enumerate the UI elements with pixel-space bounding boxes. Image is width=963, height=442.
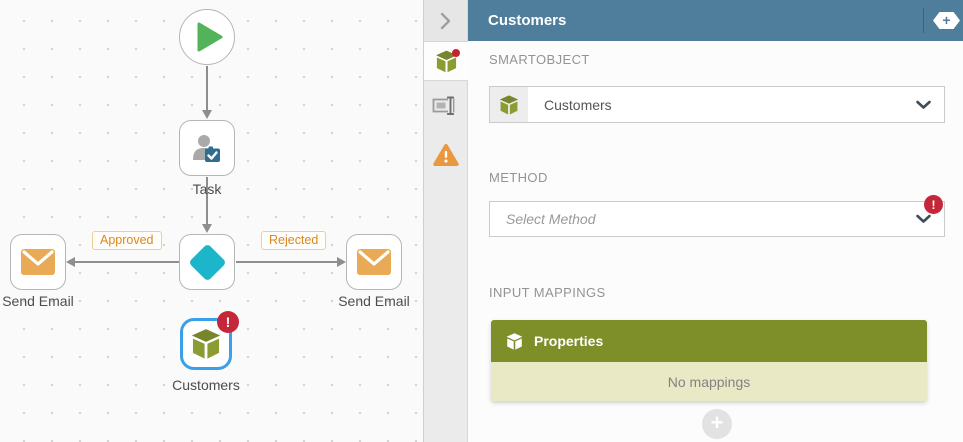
- edge-start-task: [206, 66, 208, 111]
- send-email-node-right[interactable]: [346, 234, 402, 290]
- workflow-designer: Approved Rejected Task: [0, 0, 963, 442]
- collapse-panel-button[interactable]: [424, 0, 467, 41]
- no-mappings-row: No mappings: [491, 362, 927, 401]
- smartobject-cube-white-icon: [505, 332, 524, 351]
- arrowhead-down-icon: [202, 224, 212, 233]
- tab-smartobject[interactable]: [424, 41, 468, 81]
- mappings-header-label: Properties: [534, 333, 603, 349]
- panel-title: Customers: [468, 12, 566, 29]
- add-item-button[interactable]: +: [933, 12, 960, 29]
- send-email-right-label: Send Email: [334, 293, 414, 309]
- user-task-icon: [189, 130, 225, 166]
- smartobject-selected-value: Customers: [528, 97, 612, 113]
- customers-node-selected[interactable]: !: [180, 318, 232, 370]
- header-divider: [923, 8, 924, 33]
- panel-main: Customers + SMARTOBJECT Customers: [468, 0, 963, 442]
- chevron-right-icon: [440, 12, 451, 30]
- play-icon: [197, 22, 223, 52]
- arrowhead-down-icon: [202, 110, 212, 119]
- smartobject-cube-icon: [498, 94, 520, 116]
- properties-panel: Customers + SMARTOBJECT Customers: [424, 0, 963, 442]
- method-placeholder: Select Method: [490, 211, 596, 227]
- notification-dot: [452, 49, 460, 57]
- panel-content: SMARTOBJECT Customers METHOD: [468, 41, 963, 442]
- tab-text-field[interactable]: [424, 86, 467, 126]
- edge-label-rejected[interactable]: Rejected: [261, 231, 326, 250]
- add-mapping-button[interactable]: +: [702, 409, 732, 439]
- arrowhead-right-icon: [337, 257, 346, 267]
- smartobject-dropdown[interactable]: Customers: [489, 86, 945, 123]
- email-icon: [356, 248, 392, 276]
- dropdown-icon-cell: [490, 87, 528, 122]
- send-email-node-left[interactable]: [10, 234, 66, 290]
- email-icon: [20, 248, 56, 276]
- warning-triangle-icon: [433, 143, 459, 167]
- error-badge: !: [924, 195, 943, 214]
- text-field-icon: [432, 95, 459, 117]
- workflow-canvas[interactable]: Approved Rejected Task: [0, 0, 424, 442]
- input-mappings-section-label: INPUT MAPPINGS: [489, 285, 945, 300]
- edge-decision-rejected: [236, 261, 338, 263]
- start-node[interactable]: [179, 9, 235, 65]
- chevron-down-icon: [916, 215, 931, 224]
- error-badge: !: [217, 311, 239, 333]
- mappings-table-header: Properties: [491, 320, 927, 362]
- panel-header: Customers +: [468, 0, 963, 41]
- send-email-left-label: Send Email: [0, 293, 78, 309]
- decision-node[interactable]: [179, 234, 235, 290]
- task-node[interactable]: [179, 120, 235, 176]
- decision-diamond-icon: [188, 243, 226, 281]
- edge-label-approved[interactable]: Approved: [92, 231, 162, 250]
- input-mappings-table: Properties No mappings: [491, 320, 927, 401]
- chevron-down-icon: [916, 100, 931, 109]
- task-node-label: Task: [179, 181, 235, 197]
- smartobject-cube-icon: [189, 327, 223, 361]
- arrowhead-left-icon: [66, 257, 75, 267]
- method-section-label: METHOD: [489, 170, 945, 185]
- smartobject-section-label: SMARTOBJECT: [489, 52, 945, 67]
- panel-icon-rail: [424, 0, 468, 442]
- customers-node-label: Customers: [166, 377, 246, 393]
- tab-warnings[interactable]: [424, 134, 467, 176]
- method-dropdown[interactable]: Select Method !: [489, 201, 945, 237]
- edge-decision-approved: [74, 261, 179, 263]
